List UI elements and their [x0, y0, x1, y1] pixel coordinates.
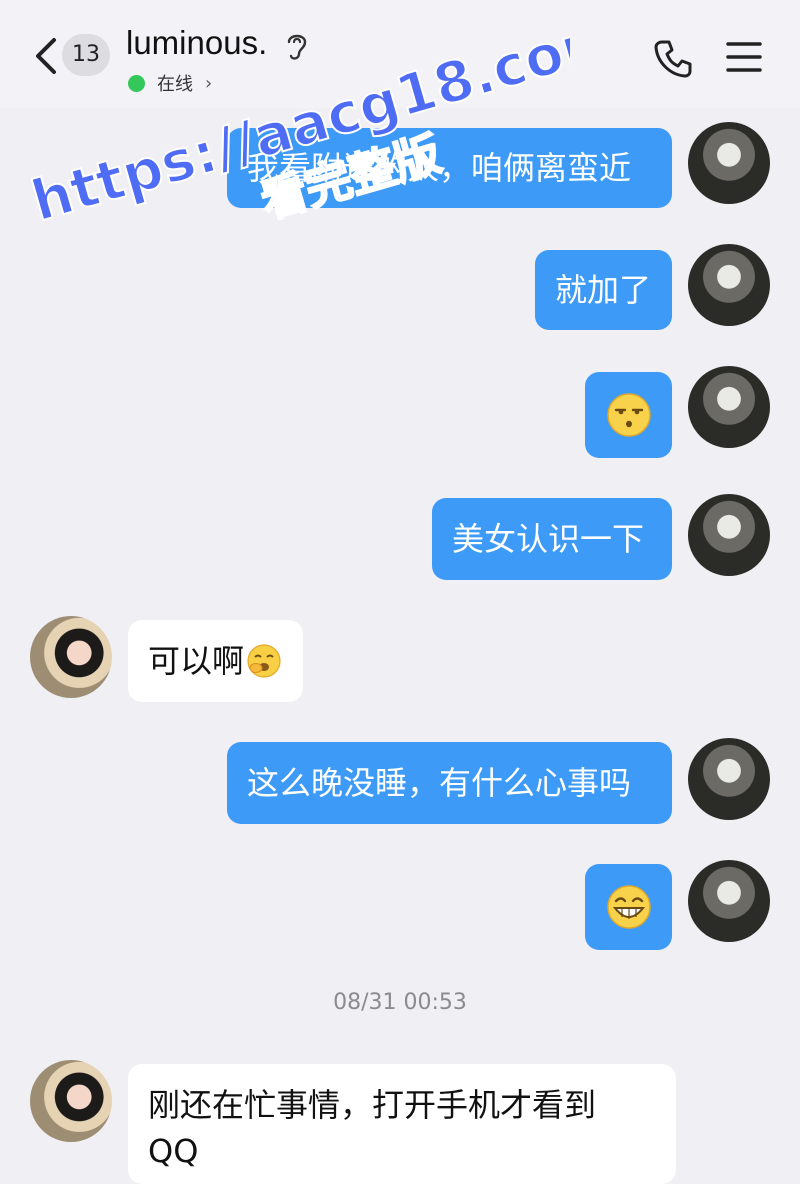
outgoing-message[interactable]: 这么晚没睡，有什么心事吗: [227, 742, 672, 824]
status-text: 在线: [157, 74, 193, 95]
outgoing-message[interactable]: 就加了: [535, 250, 672, 330]
chevron-right-icon: ›: [205, 72, 213, 94]
smirk-emoji-icon: [606, 393, 651, 437]
my-avatar[interactable]: [688, 860, 770, 942]
phone-call-icon[interactable]: [652, 36, 696, 80]
incoming-message[interactable]: 刚还在忙事情，打开手机才看到 QQ: [128, 1064, 676, 1184]
message-timestamp: 08/31 00:53: [333, 990, 467, 1015]
my-avatar[interactable]: [688, 738, 770, 820]
outgoing-message[interactable]: 美女认识一下: [432, 498, 672, 580]
menu-icon[interactable]: [726, 40, 762, 74]
contact-avatar[interactable]: [30, 1060, 112, 1142]
outgoing-emoji-message[interactable]: [585, 372, 672, 458]
ear-icon: [287, 34, 307, 60]
message-text: 可以啊: [148, 642, 245, 680]
online-dot-icon: [128, 74, 145, 92]
my-avatar[interactable]: [688, 122, 770, 204]
online-status[interactable]: 在线 ›: [128, 70, 212, 96]
grin-emoji-icon: [606, 885, 651, 929]
unread-count-badge[interactable]: 13: [62, 34, 110, 76]
outgoing-message[interactable]: 我看附近的人，咱俩离蛮近: [227, 128, 672, 208]
yawn-emoji-icon: [247, 644, 281, 678]
my-avatar[interactable]: [688, 244, 770, 326]
my-avatar[interactable]: [688, 366, 770, 448]
incoming-message[interactable]: 可以啊: [128, 620, 303, 702]
chat-header: 13 luminous. 在线 ›: [0, 0, 800, 108]
contact-avatar[interactable]: [30, 616, 112, 698]
outgoing-emoji-message[interactable]: [585, 864, 672, 950]
contact-name[interactable]: luminous.: [126, 24, 267, 62]
my-avatar[interactable]: [688, 494, 770, 576]
